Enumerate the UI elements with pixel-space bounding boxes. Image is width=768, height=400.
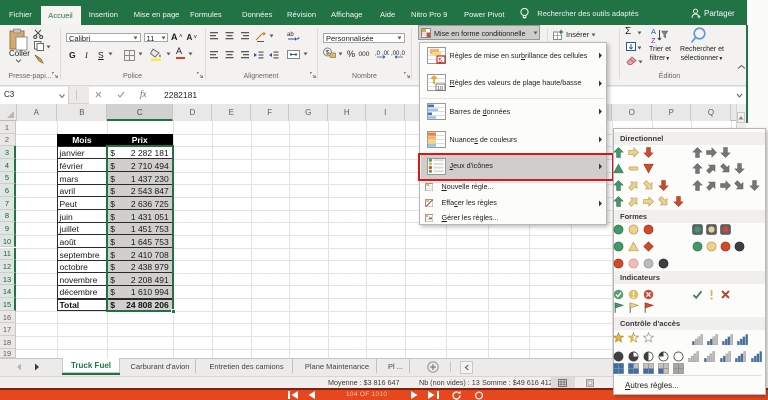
svg-text:,00: ,00: [391, 51, 400, 57]
svg-text:ab: ab: [287, 32, 294, 38]
svg-text:,0: ,0: [400, 51, 405, 57]
svg-text:10: 10: [437, 86, 443, 92]
svg-text:Z: Z: [651, 36, 656, 44]
svg-text:A: A: [651, 27, 656, 36]
svg-text:5,: 5,: [438, 58, 443, 64]
svg-text:,0: ,0: [375, 51, 381, 57]
svg-text:$: $: [326, 49, 330, 56]
